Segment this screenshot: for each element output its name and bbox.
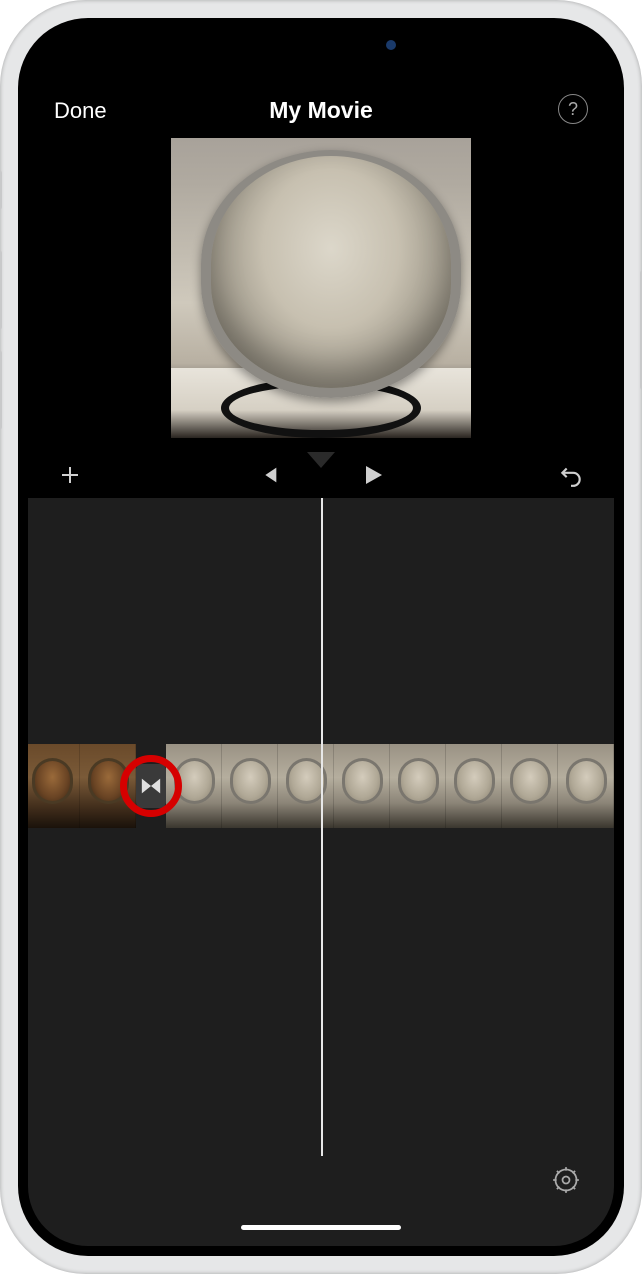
timeline[interactable] bbox=[28, 498, 614, 1156]
clip-thumbnail bbox=[166, 744, 222, 828]
plus-icon bbox=[58, 463, 82, 487]
transition-icon bbox=[140, 775, 162, 797]
clip-thumbnail bbox=[28, 744, 80, 828]
undo-button[interactable] bbox=[558, 462, 584, 488]
preview-area bbox=[28, 138, 614, 452]
help-button[interactable]: ? bbox=[558, 94, 588, 124]
transition-button[interactable] bbox=[136, 764, 166, 808]
clip-thumbnail bbox=[502, 744, 558, 828]
clip-thumbnail bbox=[334, 744, 390, 828]
play-icon bbox=[360, 463, 384, 487]
video-preview[interactable] bbox=[171, 138, 471, 438]
clip-thumbnail bbox=[446, 744, 502, 828]
volume-down bbox=[0, 350, 2, 430]
clip-thumbnail bbox=[80, 744, 136, 828]
footer bbox=[28, 1156, 614, 1246]
done-button[interactable]: Done bbox=[54, 98, 107, 124]
clip-1[interactable] bbox=[28, 744, 136, 828]
playhead[interactable] bbox=[321, 498, 323, 1156]
volume-up bbox=[0, 250, 2, 330]
clip-thumbnail bbox=[222, 744, 278, 828]
settings-button[interactable] bbox=[552, 1166, 580, 1194]
clip-thumbnail bbox=[390, 744, 446, 828]
front-camera bbox=[386, 40, 396, 50]
phone-frame: Done My Movie ? bbox=[0, 0, 642, 1274]
help-icon: ? bbox=[568, 99, 578, 120]
clip-thumbnail bbox=[278, 744, 334, 828]
skip-back-icon bbox=[258, 464, 280, 486]
gear-icon bbox=[552, 1166, 580, 1194]
mute-switch bbox=[0, 170, 2, 210]
clip-thumbnail bbox=[558, 744, 614, 828]
clip-2[interactable] bbox=[166, 744, 614, 828]
add-media-button[interactable] bbox=[58, 463, 82, 487]
playhead-marker-icon bbox=[307, 452, 335, 468]
project-title: My Movie bbox=[269, 97, 373, 124]
play-button[interactable] bbox=[360, 463, 384, 487]
undo-icon bbox=[558, 462, 584, 488]
home-indicator[interactable] bbox=[241, 1225, 401, 1230]
skip-back-button[interactable] bbox=[258, 464, 280, 486]
notch bbox=[216, 28, 426, 62]
screen: Done My Movie ? bbox=[28, 28, 614, 1246]
